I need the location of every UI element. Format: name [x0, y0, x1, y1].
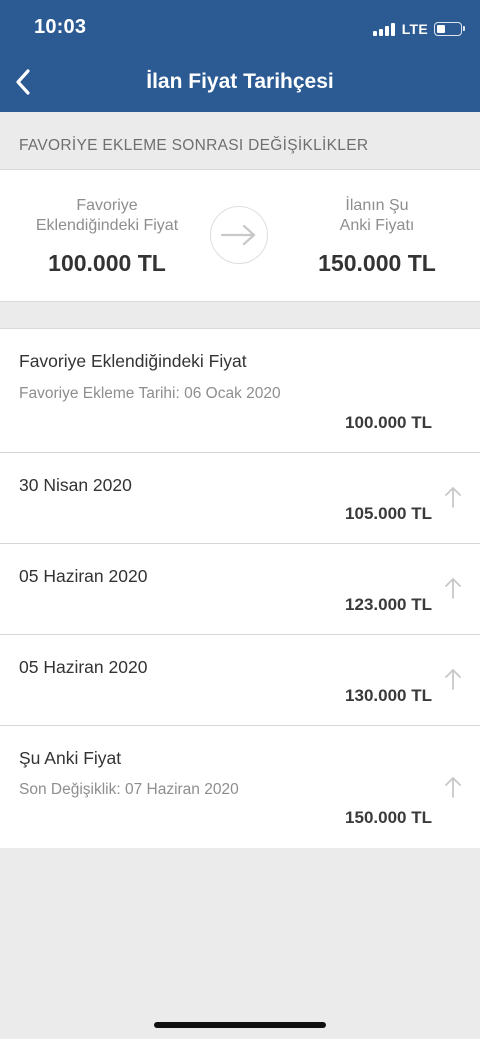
back-button[interactable]: [8, 64, 38, 100]
status-indicators: LTE: [372, 20, 465, 38]
favorite-price-label-line2: Eklendiğindeki Fiyat: [35, 217, 179, 234]
status-bar: 10:03 LTE: [0, 0, 480, 56]
arrow-up-icon: [445, 487, 461, 508]
current-price-value: 150.000 TL: [318, 250, 436, 276]
history-row-title: Şu Anki Fiyat: [19, 748, 122, 768]
arrow-up-icon: [445, 669, 461, 690]
history-row-price: 105.000 TL: [345, 504, 432, 523]
app-header: 10:03 LTE İlan Fiyat Tarihçesi: [0, 0, 480, 112]
home-indicator[interactable]: [154, 1022, 326, 1028]
section-title: FAVORİYE EKLEME SONRASI DEĞİŞİKLİKLER: [19, 137, 369, 154]
page-title: İlan Fiyat Tarihçesi: [146, 70, 334, 93]
arrow-up-icon: [445, 578, 461, 599]
favorite-price-summary: Favoriye Eklendiğindeki Fiyat 100.000 TL: [12, 196, 202, 277]
chevron-left-icon: [16, 69, 30, 95]
history-row-title: 05 Haziran 2020: [19, 657, 148, 677]
history-row-favorite: Favoriye Eklendiğindeki Fiyat Favoriye E…: [0, 329, 480, 453]
history-row-title: Favoriye Eklendiğindeki Fiyat: [19, 351, 247, 371]
history-row-current: Şu Anki Fiyat Son Değişiklik: 07 Haziran…: [0, 726, 480, 848]
current-price-label-line1: İlanın Şu: [345, 197, 409, 214]
current-price-summary: İlanın Şu Anki Fiyatı 150.000 TL: [282, 196, 472, 277]
history-row-subtitle: Favoriye Ekleme Tarihi: 06 Ocak 2020: [19, 385, 281, 402]
history-row-price: 150.000 TL: [345, 808, 432, 827]
history-row: 05 Haziran 2020 123.000 TL: [0, 544, 480, 635]
history-row-title: 30 Nisan 2020: [19, 475, 132, 495]
price-history-list: Favoriye Eklendiğindeki Fiyat Favoriye E…: [0, 328, 480, 848]
favorite-price-label-line1: Favoriye: [76, 197, 138, 214]
history-row-subtitle: Son Değişiklik: 07 Haziran 2020: [19, 781, 239, 798]
network-label: LTE: [401, 21, 428, 37]
section-header: FAVORİYE EKLEME SONRASI DEĞİŞİKLİKLER: [0, 112, 480, 170]
arrow-up-icon: [445, 777, 461, 798]
compare-arrow: [210, 206, 268, 264]
battery-icon: [434, 22, 465, 36]
history-row-price: 123.000 TL: [345, 595, 432, 614]
current-price-label-line2: Anki Fiyatı: [339, 217, 415, 234]
history-row-price: 130.000 TL: [345, 686, 432, 705]
favorite-price-value: 100.000 TL: [48, 250, 166, 276]
signal-icon: [372, 22, 397, 36]
history-row-price: 100.000 TL: [345, 413, 432, 432]
history-row-title: 05 Haziran 2020: [19, 566, 148, 586]
history-row: 30 Nisan 2020 105.000 TL: [0, 453, 480, 544]
arrow-right-icon: [220, 224, 256, 246]
history-row: 05 Haziran 2020 130.000 TL: [0, 635, 480, 726]
status-time: 10:03: [34, 16, 87, 38]
